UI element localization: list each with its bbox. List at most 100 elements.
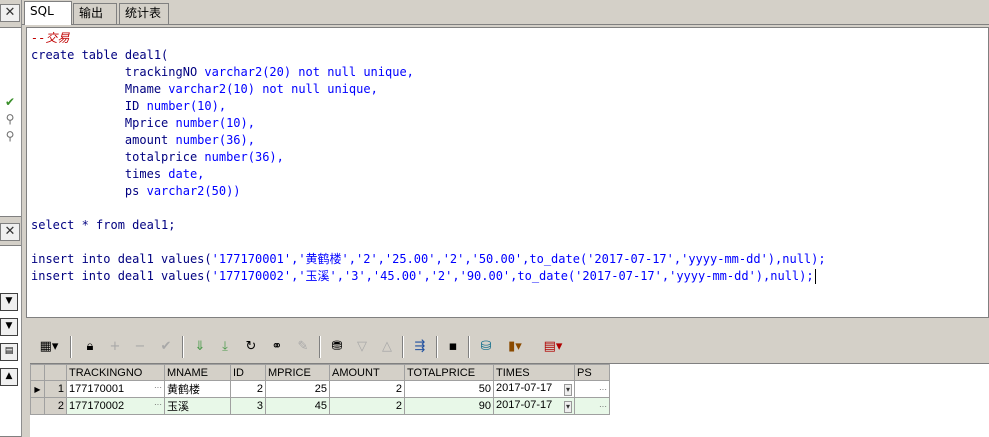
- dropdown-button[interactable]: ▼: [0, 293, 18, 311]
- delete-record-icon[interactable]: −: [130, 337, 150, 357]
- connection-icon[interactable]: ⛁: [476, 337, 496, 357]
- next-page-icon[interactable]: ⇓: [190, 337, 210, 357]
- splitter[interactable]: [26, 319, 989, 325]
- ellipsis-icon[interactable]: ···: [599, 385, 607, 394]
- code-token: totalprice: [31, 150, 205, 164]
- save-icon[interactable]: ▪: [443, 337, 463, 357]
- code-token: number(10),: [175, 116, 255, 130]
- date-dropdown-icon[interactable]: ▾: [563, 384, 572, 396]
- ellipsis-icon[interactable]: ···: [599, 402, 607, 411]
- code-line[interactable]: insert into deal1 values('177170002','玉溪…: [31, 268, 826, 285]
- code-line[interactable]: create table deal1(: [31, 47, 826, 64]
- tab-statistics[interactable]: 统计表: [119, 3, 169, 24]
- sql-code[interactable]: --交易 create table deal1( trackingNO varch…: [31, 30, 826, 285]
- code-line[interactable]: select * from deal1;: [31, 217, 826, 234]
- code-line[interactable]: totalprice number(36),: [31, 149, 826, 166]
- cell-ps[interactable]: ···: [574, 397, 610, 415]
- code-line[interactable]: amount number(36),: [31, 132, 826, 149]
- cell-mprice[interactable]: 45: [265, 397, 330, 415]
- clear-icon[interactable]: ✎: [293, 337, 313, 357]
- refresh-icon[interactable]: ↻: [241, 337, 261, 357]
- code-line[interactable]: [31, 234, 826, 251]
- last-page-icon[interactable]: ⤓: [215, 337, 235, 357]
- code-token: number(10),: [146, 99, 227, 113]
- tab-sql[interactable]: SQL: [24, 1, 72, 25]
- code-line[interactable]: insert into deal1 values('177170001','黄鹤…: [31, 251, 826, 268]
- code-token: Mprice: [31, 116, 176, 130]
- cell-trackingno[interactable]: 177170002 ···: [66, 397, 165, 415]
- tab-bar: SQL 输出 统计表: [22, 0, 989, 25]
- code-token: create table deal1(: [31, 48, 169, 62]
- grid-view-icon[interactable]: ▦▾: [34, 337, 64, 357]
- filter-icon[interactable]: ▽: [352, 337, 372, 357]
- code-line[interactable]: times date,: [31, 166, 826, 183]
- post-record-icon[interactable]: ✔: [156, 337, 176, 357]
- cell-mname[interactable]: 黄鹤楼: [164, 380, 231, 398]
- code-line[interactable]: ps varchar2(50)): [31, 183, 826, 200]
- cell-totalprice[interactable]: 90: [404, 397, 494, 415]
- row-indicator: [30, 397, 45, 415]
- tab-output[interactable]: 输出: [73, 3, 117, 24]
- code-line[interactable]: trackingNO varchar2(20) not null unique,: [31, 64, 826, 81]
- table-icon[interactable]: ▤▾: [538, 337, 568, 357]
- table-row[interactable]: ▶ 1 177170001 ··· 黄鹤楼 2 25 2 50 2017-07-1…: [30, 380, 610, 398]
- lock-icon[interactable]: 🔒︎: [80, 337, 100, 357]
- ellipsis-icon[interactable]: ···: [154, 400, 162, 409]
- check-key-icon[interactable]: ✔: [2, 94, 18, 110]
- cell-totalprice[interactable]: 50: [404, 380, 494, 398]
- column-header-amount[interactable]: AMOUNT: [329, 364, 405, 381]
- column-header-ps[interactable]: PS: [574, 364, 610, 381]
- code-token: ps: [31, 184, 147, 198]
- cell-value: 177170002: [69, 400, 125, 412]
- code-line[interactable]: --交易: [31, 30, 826, 47]
- column-header-trackingno[interactable]: TRACKINGNO: [66, 364, 165, 381]
- column-header-totalprice[interactable]: TOTALPRICE: [404, 364, 494, 381]
- column-header-mname[interactable]: MNAME: [164, 364, 231, 381]
- cell-amount[interactable]: 2: [329, 380, 405, 398]
- dropdown-button-2[interactable]: ▼: [0, 318, 18, 336]
- close-panel-button-2[interactable]: ✕: [0, 223, 20, 241]
- add-record-icon[interactable]: +: [105, 337, 125, 357]
- document-button[interactable]: ▤: [0, 343, 18, 361]
- cell-mname[interactable]: 玉溪: [164, 397, 231, 415]
- header-row: TRACKINGNO MNAME ID MPRICE AMOUNT TOTALP…: [30, 364, 610, 381]
- cell-ps[interactable]: ···: [574, 380, 610, 398]
- code-line[interactable]: ID number(10),: [31, 98, 826, 115]
- close-panel-button[interactable]: ✕: [0, 4, 20, 22]
- cell-amount[interactable]: 2: [329, 397, 405, 415]
- row-number: 1: [44, 380, 67, 398]
- cell-id[interactable]: 2: [230, 380, 266, 398]
- sort-icon[interactable]: △: [377, 337, 397, 357]
- scroll-up-button[interactable]: ▲: [0, 368, 18, 386]
- column-header-times[interactable]: TIMES: [493, 364, 575, 381]
- chart-icon[interactable]: ▮▾: [500, 337, 530, 357]
- export-icon[interactable]: ⇶: [410, 337, 430, 357]
- column-header-id[interactable]: ID: [230, 364, 266, 381]
- code-token: trackingNO: [31, 65, 205, 79]
- cell-value: 2017-07-17: [496, 382, 553, 394]
- cell-mprice[interactable]: 25: [265, 380, 330, 398]
- table-row[interactable]: 2 177170002 ··· 玉溪 3 45 2 90 2017-07-17 ▾ …: [30, 397, 610, 415]
- query-by-example-icon[interactable]: ⛃: [327, 337, 347, 357]
- search-key-icon[interactable]: ⚲: [2, 111, 18, 127]
- code-token: insert into deal1 values(: [31, 269, 212, 283]
- cell-value: 2017-07-17: [496, 399, 553, 411]
- ellipsis-icon[interactable]: ···: [154, 383, 162, 392]
- code-token: varchar2(50)): [146, 184, 241, 198]
- column-header-mprice[interactable]: MPRICE: [265, 364, 330, 381]
- sql-editor[interactable]: --交易 create table deal1( trackingNO varch…: [26, 27, 989, 318]
- search-key-icon-2[interactable]: ⚲: [2, 128, 18, 144]
- date-dropdown-icon[interactable]: ▾: [563, 401, 572, 413]
- cell-id[interactable]: 3: [230, 397, 266, 415]
- find-icon[interactable]: ⚭: [267, 337, 287, 357]
- tab-label: SQL: [30, 4, 54, 18]
- code-token: '177170002','玉溪','3','45.00','2','90.00'…: [211, 269, 814, 283]
- code-line[interactable]: [31, 200, 826, 217]
- code-line[interactable]: Mprice number(10),: [31, 115, 826, 132]
- cell-times[interactable]: 2017-07-17 ▾: [493, 380, 575, 398]
- code-line[interactable]: Mname varchar2(10) not null unique,: [31, 81, 826, 98]
- cell-value: 黄鹤楼: [167, 384, 200, 396]
- cell-trackingno[interactable]: 177170001 ···: [66, 380, 165, 398]
- code-token: ID: [31, 99, 147, 113]
- cell-times[interactable]: 2017-07-17 ▾: [493, 397, 575, 415]
